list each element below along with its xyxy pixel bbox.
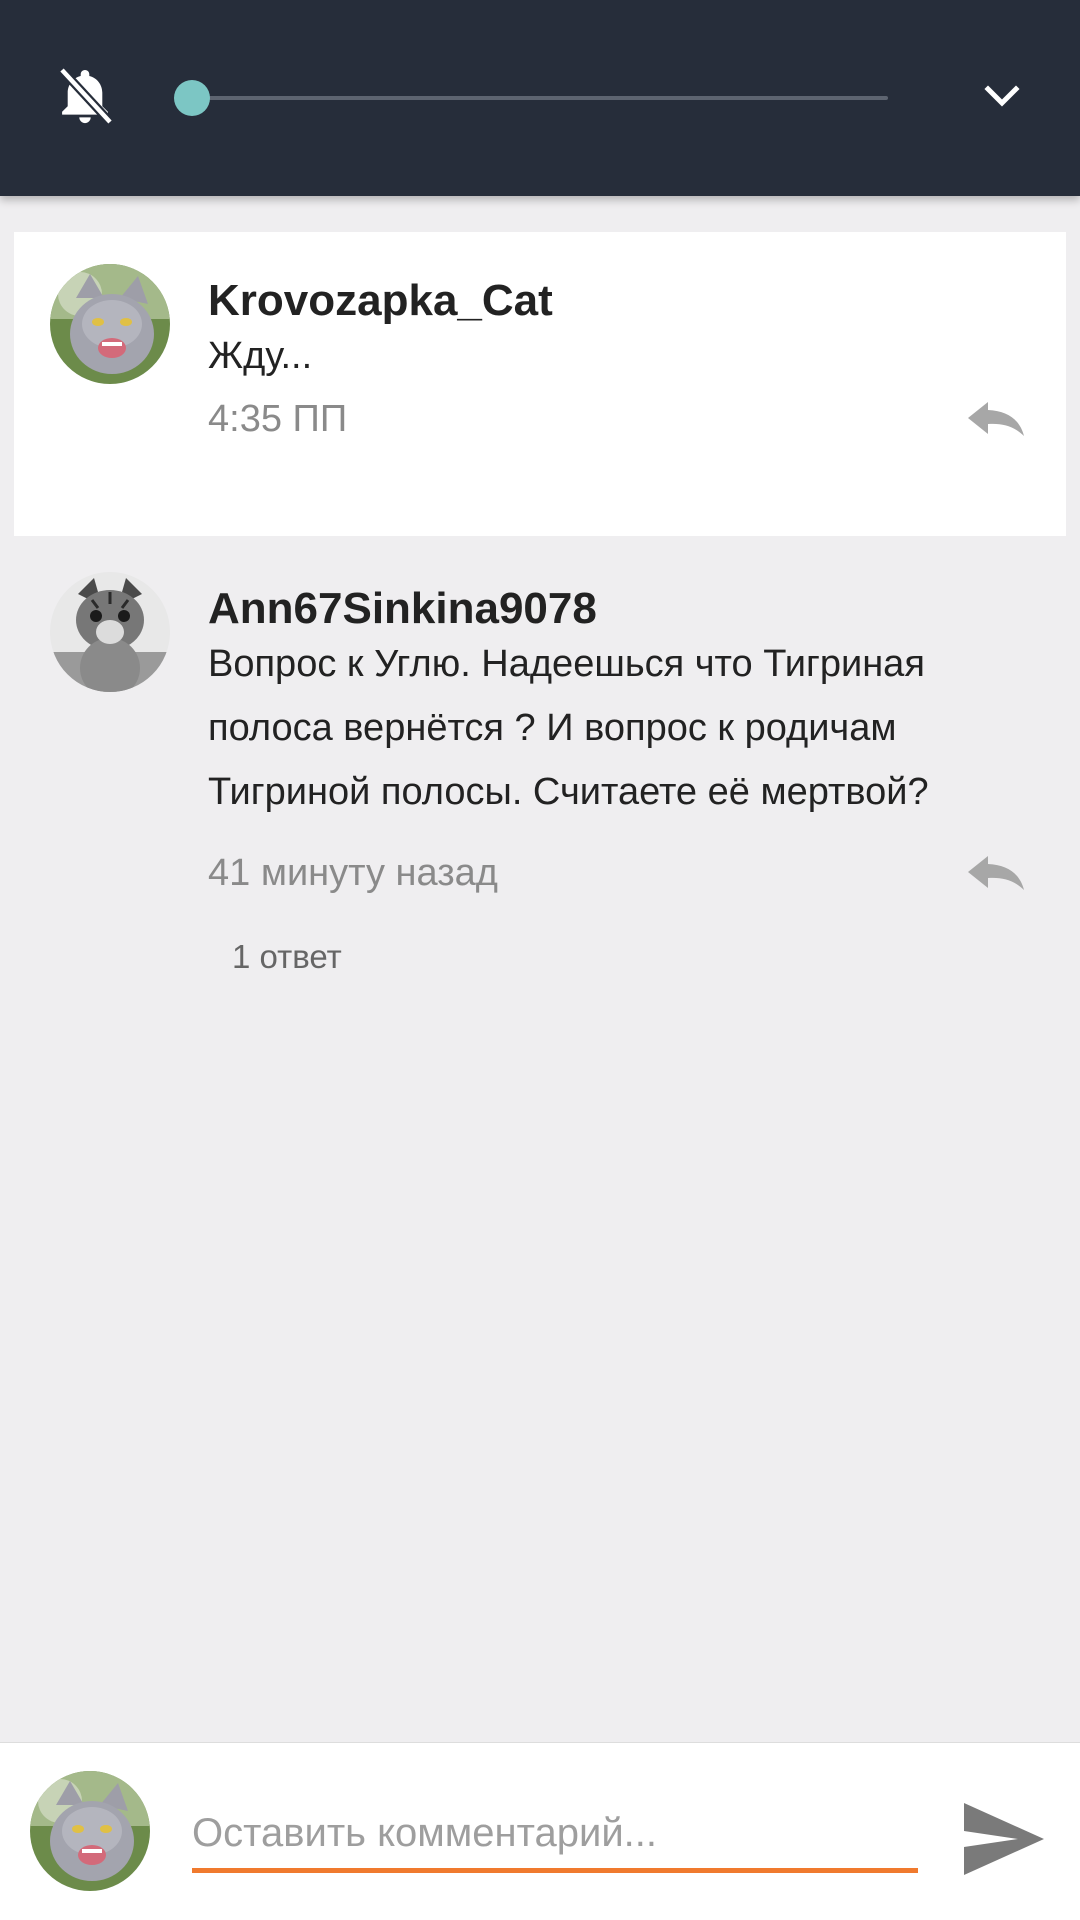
reply-icon[interactable] — [964, 852, 1028, 892]
volume-slider[interactable] — [174, 80, 888, 116]
avatar — [30, 1771, 150, 1891]
chevron-down-icon[interactable] — [976, 70, 1028, 122]
comment-author[interactable]: Ann67Sinkina9078 — [208, 584, 597, 634]
comment-item: Krovozapka_Cat Жду... 4:35 ПП — [14, 232, 1066, 536]
comment-input[interactable] — [192, 1799, 918, 1873]
avatar[interactable] — [50, 264, 170, 384]
comment-text: Жду... — [208, 335, 313, 377]
comment-compose-bar — [0, 1742, 1080, 1920]
send-button[interactable] — [960, 1797, 1048, 1881]
volume-track — [192, 96, 888, 100]
comment-list: Krovozapka_Cat Жду... 4:35 ПП Ann67Sinki… — [0, 196, 1080, 1742]
avatar[interactable] — [50, 572, 170, 692]
bell-off-icon[interactable] — [52, 62, 118, 128]
comment-item: Ann67Sinkina9078 Вопрос к Углю. Надеешьс… — [14, 536, 1066, 1016]
replies-link[interactable]: 1 ответ — [232, 938, 342, 976]
comment-author[interactable]: Krovozapka_Cat — [208, 276, 553, 326]
send-icon — [964, 1803, 1044, 1875]
volume-panel — [0, 0, 1080, 196]
reply-icon[interactable] — [964, 398, 1028, 438]
comment-time: 41 минуту назад — [208, 852, 498, 894]
volume-thumb[interactable] — [174, 80, 210, 116]
comment-time: 4:35 ПП — [208, 398, 348, 440]
comment-text: Вопрос к Углю. Надеешься что Тигриная по… — [208, 643, 929, 813]
